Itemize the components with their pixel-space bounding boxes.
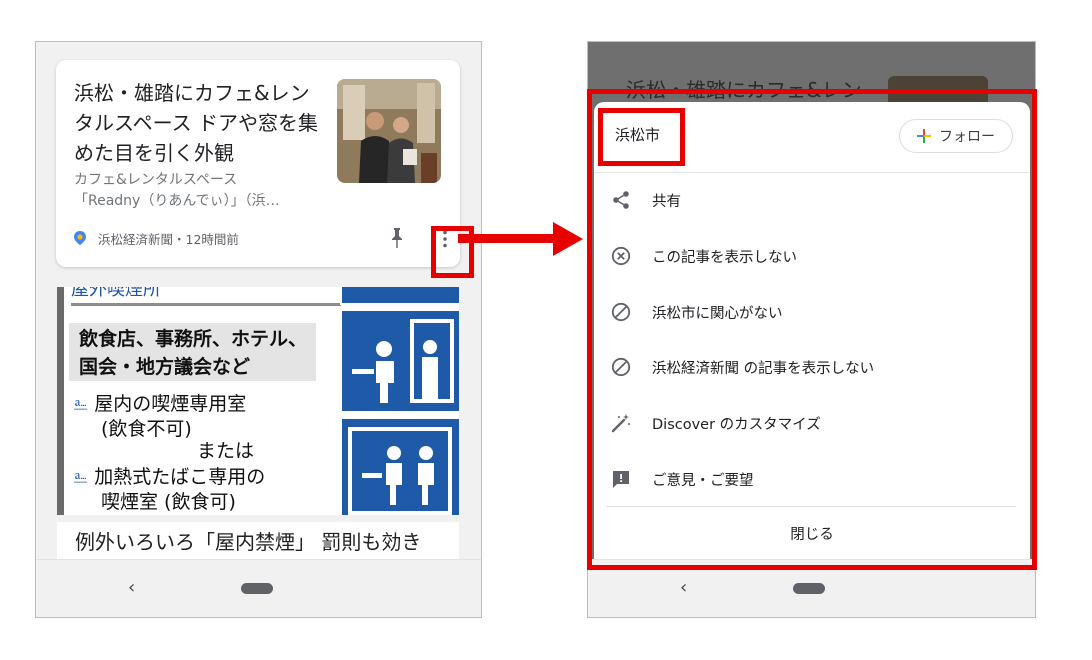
heated-tobacco-pictogram (340, 417, 459, 515)
smoking-room-pictogram (340, 309, 459, 413)
poster-text: 加熱式たばこ専用の (94, 466, 266, 488)
home-pill-icon[interactable] (241, 583, 273, 594)
poster-frame (57, 287, 64, 515)
poster-line: ⎁ 加熱式たばこ専用の (73, 465, 265, 489)
publisher-logo-icon (74, 231, 86, 245)
navigation-bar: ‹ (36, 559, 481, 617)
next-article-title[interactable]: 例外いろいろ「屋内禁煙」 罰則も効き (57, 522, 459, 562)
callout-arrow-icon (553, 222, 583, 256)
pin-icon[interactable] (390, 227, 404, 249)
article-title[interactable]: 浜松・雄踏にカフェ&レンタルスペース ドアや窓を集めた目を引く外観 (74, 78, 326, 168)
article-thumbnail[interactable] (337, 79, 441, 183)
home-pill-icon[interactable] (793, 583, 825, 594)
snippet-line: カフェ&レンタルスペース (74, 172, 238, 188)
poster-heading: 飲食店、事務所、ホテル、 国会・地方議会など (69, 323, 316, 381)
poster-top-text: 屋外喫煙所 (71, 287, 161, 300)
back-icon[interactable]: ‹ (128, 577, 135, 598)
snippet-line: 「Readny（りあんでぃ）」（浜… (74, 193, 280, 209)
poster-line: または (197, 440, 255, 462)
article-card[interactable]: 浜松・雄踏にカフェ&レンタルスペース ドアや窓を集めた目を引く外観 カフェ&レン… (56, 60, 474, 278)
discover-feed-screen: 浜松・雄踏にカフェ&レンタルスペース ドアや窓を集めた目を引く外観 カフェ&レン… (35, 41, 482, 618)
smoking-room-icon: ⎁ (73, 393, 95, 415)
heading-line: 国会・地方議会など (79, 356, 251, 378)
poster-blue-panel (340, 287, 459, 305)
source-label: 浜松経済新聞・12時間前 (98, 231, 239, 247)
options-sheet-highlight (587, 89, 1037, 570)
smoking-room-icon: ⎁ (73, 466, 95, 488)
poster-line: 喫煙室 (飲食可) (101, 491, 236, 513)
heading-line: 飲食店、事務所、ホテル、 (79, 328, 308, 350)
back-icon[interactable]: ‹ (680, 577, 687, 598)
article-image-poster[interactable]: 屋外喫煙所 飲食店、事務所、ホテル、 国会・地方議会など ⎁ 屋内の喫煙専用室 … (57, 287, 459, 515)
callout-arrow-shaft (458, 234, 556, 243)
poster-divider (71, 303, 341, 306)
poster-line: (飲食不可) (101, 418, 192, 440)
article-snippet: カフェ&レンタルスペース 「Readny（りあんでぃ）」（浜… (74, 170, 324, 212)
article-source[interactable]: 浜松経済新聞・12時間前 (74, 228, 239, 248)
poster-line: ⎁ 屋内の喫煙専用室 (73, 392, 246, 416)
poster-text: 屋内の喫煙専用室 (94, 393, 247, 415)
